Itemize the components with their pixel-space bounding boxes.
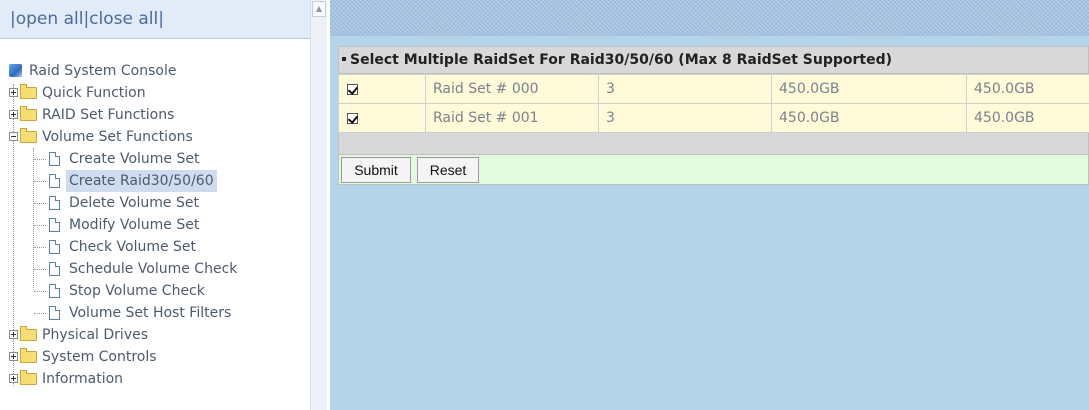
- disk-count-cell: 3: [598, 74, 772, 104]
- tree-child-label: Create Volume Set: [69, 151, 200, 167]
- page-icon: [49, 174, 60, 188]
- expand-plus-icon[interactable]: [9, 374, 18, 383]
- tree-item-label: Physical Drives: [42, 327, 149, 343]
- free-capacity-cell: 450.0GB: [966, 74, 1089, 104]
- tree-root-label: Raid System Console: [29, 63, 177, 79]
- panel-title: Select Multiple RaidSet For Raid30/50/60…: [350, 52, 893, 68]
- raidset-name-cell: Raid Set # 001: [425, 103, 599, 133]
- left-scrollbar[interactable]: ▲: [310, 0, 327, 410]
- submit-button[interactable]: Submit: [341, 157, 411, 183]
- raidset-table: Raid Set # 000 3 450.0GB 450.0GB Raid Se…: [338, 74, 1089, 133]
- header-pattern-strip: [330, 0, 1089, 36]
- page-icon: [49, 306, 60, 320]
- raidset-selection-panel: Select Multiple RaidSet For Raid30/50/60…: [338, 46, 1089, 185]
- tree-child-label: Delete Volume Set: [69, 195, 199, 211]
- page-icon: [49, 240, 60, 254]
- tree-child-label: Volume Set Host Filters: [69, 305, 232, 321]
- content-frame: Select Multiple RaidSet For Raid30/50/60…: [330, 0, 1089, 410]
- panel-title-bar: Select Multiple RaidSet For Raid30/50/60…: [338, 46, 1089, 74]
- free-capacity-cell: 450.0GB: [966, 103, 1089, 133]
- table-footer-bar: [338, 133, 1089, 155]
- checkbox-cell: [338, 103, 426, 133]
- page-icon: [49, 284, 60, 298]
- folder-icon: [20, 370, 37, 385]
- raid-console-icon: [9, 64, 22, 77]
- separator: |: [158, 9, 164, 29]
- folder-icon: [20, 84, 37, 99]
- tree-item-label: System Controls: [42, 349, 157, 365]
- tree-child-label: Modify Volume Set: [69, 217, 200, 233]
- folder-icon: [20, 106, 37, 121]
- reset-button[interactable]: Reset: [417, 157, 479, 183]
- raidset-checkbox[interactable]: [347, 112, 358, 124]
- table-row: Raid Set # 001 3 450.0GB 450.0GB: [338, 103, 1089, 133]
- tree-item-label: Volume Set Functions: [42, 129, 193, 145]
- folder-icon: [20, 326, 37, 341]
- checkbox-cell: [338, 74, 426, 104]
- disk-count-cell: 3: [598, 103, 772, 133]
- tree-child-label: Create Raid30/50/60: [66, 170, 217, 192]
- expand-plus-icon[interactable]: [9, 352, 18, 361]
- tree-item-label: Information: [42, 371, 124, 387]
- navigation-frame: |open all|close all| ▲ Raid System Conso…: [0, 0, 330, 410]
- expand-plus-icon[interactable]: [9, 110, 18, 119]
- total-capacity-cell: 450.0GB: [771, 103, 967, 133]
- tree-child-label: Stop Volume Check: [69, 283, 205, 299]
- close-all-link[interactable]: close all: [89, 9, 158, 29]
- open-close-bar: |open all|close all|: [0, 0, 310, 39]
- tree-child-label: Check Volume Set: [69, 239, 197, 255]
- open-folder-icon: [20, 128, 37, 143]
- open-all-link[interactable]: open all: [16, 9, 84, 29]
- tree-child-label: Schedule Volume Check: [69, 261, 238, 277]
- total-capacity-cell: 450.0GB: [771, 74, 967, 104]
- expand-plus-icon[interactable]: [9, 330, 18, 339]
- form-button-bar: Submit Reset: [338, 155, 1089, 185]
- expand-plus-icon[interactable]: [9, 88, 18, 97]
- page-icon: [49, 196, 60, 210]
- scroll-up-arrow-icon[interactable]: ▲: [312, 1, 326, 17]
- tree-item-label: Quick Function: [42, 85, 146, 101]
- folder-icon: [20, 348, 37, 363]
- page-icon: [49, 218, 60, 232]
- bullet-icon: [342, 57, 346, 61]
- collapse-minus-icon[interactable]: [9, 132, 18, 141]
- raidset-checkbox[interactable]: [347, 83, 358, 95]
- page-icon: [49, 262, 60, 276]
- raidset-name-cell: Raid Set # 000: [425, 74, 599, 104]
- page-icon: [49, 152, 60, 166]
- table-row: Raid Set # 000 3 450.0GB 450.0GB: [338, 74, 1089, 104]
- tree-item-label: RAID Set Functions: [42, 107, 175, 123]
